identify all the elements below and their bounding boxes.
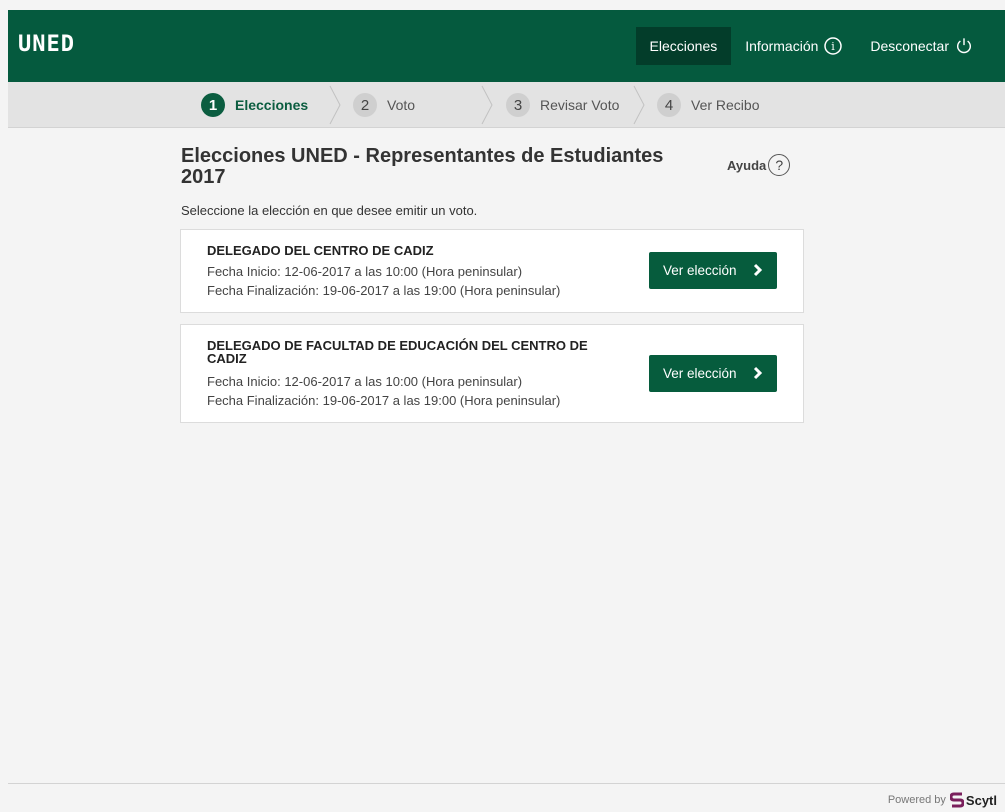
step-number: 2 [353, 93, 377, 117]
election-name: DELEGADO DE FACULTAD DE EDUCACIÓN DEL CE… [207, 338, 588, 366]
help-link[interactable]: Ayuda ? [727, 154, 791, 176]
page-frame: UNED Elecciones Información i Desconecta… [8, 10, 1005, 812]
step-revisar-voto: 3 Revisar Voto [506, 82, 619, 128]
svg-text:i: i [832, 40, 836, 53]
nav-desconectar[interactable]: Desconectar [856, 27, 987, 65]
nav-elecciones[interactable]: Elecciones [635, 27, 732, 65]
election-start-date: Fecha Inicio: 12-06-2017 a las 10:00 (Ho… [207, 264, 523, 279]
footer: Powered by Scytl [8, 783, 1005, 812]
step-label: Ver Recibo [691, 97, 760, 113]
election-name: DELEGADO DEL CENTRO DE CADIZ [207, 243, 434, 258]
election-end-date: Fecha Finalización: 19-06-2017 a las 19:… [207, 283, 561, 298]
page-title-line1: Elecciones UNED - Representantes de Estu… [181, 145, 664, 167]
nav-informacion-label: Información [745, 38, 819, 54]
step-separator-icon [481, 85, 493, 125]
help-label: Ayuda [727, 157, 767, 173]
step-label: Revisar Voto [540, 97, 620, 113]
ver-eleccion-label: Ver elección [663, 366, 737, 381]
step-label: Elecciones [235, 97, 309, 113]
election-end-date: Fecha Finalización: 19-06-2017 a las 19:… [207, 393, 561, 408]
step-number: 1 [201, 93, 225, 117]
instructions-text: Seleccione la elección en que desee emit… [181, 203, 478, 218]
step-label: Voto [387, 97, 416, 113]
scytl-logo-icon [949, 792, 964, 808]
page-title: Elecciones UNED - Representantes de Estu… [181, 146, 721, 188]
help-icon: ? [768, 154, 791, 176]
power-icon [955, 37, 973, 55]
chevron-right-icon [753, 366, 763, 380]
nav-desconectar-label: Desconectar [870, 38, 949, 54]
powered-by-label: Powered by [887, 794, 946, 806]
nav-elecciones-label: Elecciones [649, 38, 718, 54]
step-number: 4 [657, 93, 681, 117]
uned-logo[interactable]: UNED [18, 32, 75, 57]
step-number: 3 [506, 93, 530, 117]
page-title-line2: 2017 [181, 166, 226, 188]
info-icon: i [824, 37, 843, 55]
step-ver-recibo: 4 Ver Recibo [657, 82, 759, 128]
election-card: DELEGADO DEL CENTRO DE CADIZ Fecha Inici… [180, 229, 804, 313]
scytl-brand: Scytl [965, 792, 997, 808]
chevron-right-icon [753, 263, 763, 277]
step-separator-icon [329, 85, 341, 125]
steps-bar: 1 Elecciones 2 Voto 3 Revisar Voto 4 Ver… [8, 82, 1005, 128]
step-elecciones: 1 Elecciones [201, 82, 308, 128]
step-separator-icon [633, 85, 645, 125]
powered-by: Powered by Scytl [888, 792, 997, 808]
ver-eleccion-label: Ver elección [663, 263, 737, 278]
top-header: UNED Elecciones Información i Desconecta… [8, 10, 1005, 82]
nav-informacion[interactable]: Información i [731, 27, 856, 65]
election-card: DELEGADO DE FACULTAD DE EDUCACIÓN DEL CE… [180, 324, 804, 423]
election-start-date: Fecha Inicio: 12-06-2017 a las 10:00 (Ho… [207, 374, 523, 389]
step-voto: 2 Voto [353, 82, 415, 128]
ver-eleccion-button[interactable]: Ver elección [649, 355, 777, 392]
top-nav: Elecciones Información i Desconectar [635, 10, 1005, 82]
ver-eleccion-button[interactable]: Ver elección [649, 252, 777, 289]
